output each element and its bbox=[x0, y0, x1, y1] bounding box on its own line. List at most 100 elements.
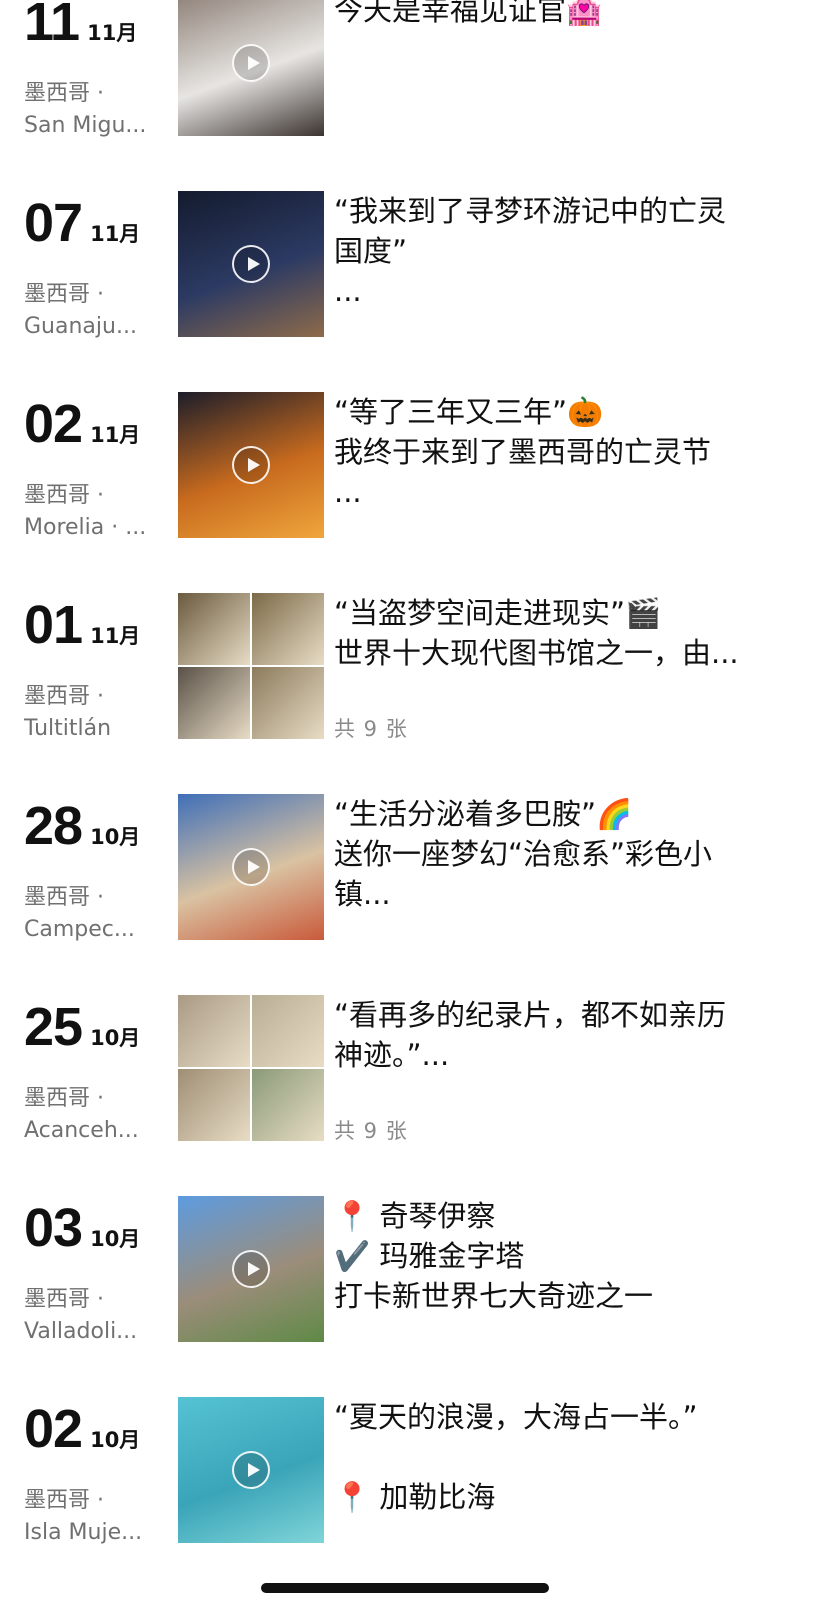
post-item[interactable]: 02 11月墨西哥 · Morelia · ... “等了三年又三年”🎃 我终于来到了墨… bbox=[0, 392, 828, 593]
post-item[interactable]: 25 10月墨西哥 · Acanceh... “看再多的纪录片，都不如亲历 神迹。”..… bbox=[0, 995, 828, 1196]
post-caption[interactable]: “生活分泌着多巴胺”🌈 送你一座梦幻“治愈系”彩色小 镇... bbox=[334, 794, 784, 914]
post-date: 01 11月 bbox=[24, 593, 140, 663]
video-thumbnail[interactable] bbox=[178, 794, 324, 940]
post-location-country: 墨西哥 · bbox=[24, 1287, 104, 1312]
post-item[interactable]: 02 10月墨西哥 · Isla Muje... “夏天的浪漫，大海占一半。” 📍 加… bbox=[0, 1397, 828, 1598]
post-item[interactable]: 07 11月墨西哥 · Guanaju... “我来到了寻梦环游记中的亡灵 国度”... bbox=[0, 191, 828, 392]
photo-count: 共 9 张 bbox=[334, 717, 408, 741]
caption-line: 镇... bbox=[334, 877, 391, 911]
post-date: 25 10月 bbox=[24, 995, 140, 1065]
post-date: 28 10月 bbox=[24, 794, 140, 864]
post-location: 墨西哥 · Campec... bbox=[24, 882, 164, 946]
home-indicator bbox=[261, 1583, 549, 1593]
post-month: 10月 bbox=[90, 1026, 141, 1050]
photo-grid[interactable] bbox=[178, 593, 324, 739]
post-item[interactable]: 11 11月墨西哥 · San Migu... 今天是幸福见证官🏩 bbox=[0, 0, 828, 191]
post-location-country: 墨西哥 · bbox=[24, 1086, 104, 1111]
post-location: 墨西哥 · Guanaju... bbox=[24, 279, 164, 343]
post-caption[interactable]: 今天是幸福见证官🏩 bbox=[334, 0, 784, 30]
post-date: 11 11月 bbox=[24, 0, 137, 60]
photo-thumbnail bbox=[252, 667, 324, 739]
post-day: 03 bbox=[24, 1198, 83, 1258]
post-month: 11月 bbox=[90, 624, 141, 648]
moments-feed: 11 11月 墨西哥 · San Migu... 今天是幸福见证官🏩 07 11月 墨西哥 ·… bbox=[0, 0, 828, 1598]
photo-thumbnail bbox=[178, 995, 250, 1067]
video-thumbnail[interactable] bbox=[178, 392, 324, 538]
play-icon bbox=[232, 848, 270, 886]
video-thumbnail[interactable] bbox=[178, 1196, 324, 1342]
caption-line: 今天是幸福见证官🏩 bbox=[334, 0, 603, 27]
photo-thumbnail bbox=[178, 593, 250, 665]
caption-line: 📍 奇琴伊察 bbox=[334, 1199, 496, 1233]
caption-line: “等了三年又三年”🎃 bbox=[334, 395, 604, 429]
play-icon bbox=[232, 1451, 270, 1489]
post-location-city: Campec... bbox=[24, 917, 135, 942]
post-location-city: Valladoli... bbox=[24, 1319, 138, 1344]
video-thumbnail[interactable] bbox=[178, 1397, 324, 1543]
post-month: 11月 bbox=[90, 423, 141, 447]
post-location-country: 墨西哥 · bbox=[24, 684, 104, 709]
post-day: 01 bbox=[24, 595, 83, 655]
post-day: 11 bbox=[24, 0, 80, 52]
post-day: 02 bbox=[24, 1399, 83, 1459]
post-month: 10月 bbox=[90, 1428, 141, 1452]
caption-line: “当盗梦空间走进现实”🎬 bbox=[334, 596, 662, 630]
caption-line: “夏天的浪漫，大海占一半。” bbox=[334, 1400, 698, 1434]
post-item[interactable]: 01 11月墨西哥 · Tultitlán “当盗梦空间走进现实”🎬 世界十大现代图书馆… bbox=[0, 593, 828, 794]
post-month: 11月 bbox=[87, 21, 138, 45]
caption-line: “看再多的纪录片，都不如亲历 bbox=[334, 998, 727, 1032]
post-location-city: Guanaju... bbox=[24, 314, 137, 339]
post-caption[interactable]: “当盗梦空间走进现实”🎬 世界十大现代图书馆之一，由... bbox=[334, 593, 784, 673]
post-date: 07 11月 bbox=[24, 191, 140, 261]
photo-grid[interactable] bbox=[178, 995, 324, 1141]
video-thumbnail[interactable] bbox=[178, 0, 324, 136]
play-icon bbox=[232, 245, 270, 283]
caption-line: ... bbox=[334, 475, 362, 509]
post-date: 02 11月 bbox=[24, 392, 140, 462]
post-caption[interactable]: “我来到了寻梦环游记中的亡灵 国度”... bbox=[334, 191, 784, 311]
caption-line: 我终于来到了墨西哥的亡灵节 bbox=[334, 435, 712, 469]
photo-thumbnail bbox=[252, 995, 324, 1067]
post-item[interactable]: 03 10月 墨西哥 · Valladoli... 📍 奇琴伊察 ✔️ 玛雅金字塔 打卡新世… bbox=[0, 1196, 828, 1397]
post-item[interactable]: 28 10月墨西哥 · Campec... “生活分泌着多巴胺”🌈 送你一座梦幻“治愈系… bbox=[0, 794, 828, 995]
post-location-city: Acanceh... bbox=[24, 1118, 139, 1143]
play-icon bbox=[232, 446, 270, 484]
post-day: 28 bbox=[24, 796, 83, 856]
post-month: 11月 bbox=[90, 222, 141, 246]
post-location-city: Isla Muje... bbox=[24, 1520, 143, 1545]
post-caption[interactable]: “等了三年又三年”🎃 我终于来到了墨西哥的亡灵节... bbox=[334, 392, 784, 512]
post-date: 02 10月 bbox=[24, 1397, 140, 1467]
post-caption[interactable]: 📍 奇琴伊察 ✔️ 玛雅金字塔 打卡新世界七大奇迹之一 bbox=[334, 1196, 784, 1316]
post-month: 10月 bbox=[90, 825, 141, 849]
caption-line: 国度” bbox=[334, 234, 408, 268]
photo-count: 共 9 张 bbox=[334, 1119, 408, 1143]
photo-thumbnail bbox=[252, 1069, 324, 1141]
play-icon bbox=[232, 1250, 270, 1288]
post-location: 墨西哥 · San Migu... bbox=[24, 78, 164, 142]
post-date: 03 10月 bbox=[24, 1196, 140, 1266]
post-location: 墨西哥 · Valladoli... bbox=[24, 1284, 164, 1348]
post-month: 10月 bbox=[90, 1227, 141, 1251]
play-icon bbox=[232, 44, 270, 82]
post-day: 25 bbox=[24, 997, 83, 1057]
post-caption[interactable]: “看再多的纪录片，都不如亲历 神迹。”... bbox=[334, 995, 784, 1075]
video-thumbnail[interactable] bbox=[178, 191, 324, 337]
caption-line: 📍 加勒比海 bbox=[334, 1480, 496, 1514]
post-caption[interactable]: “夏天的浪漫，大海占一半。” 📍 加勒比海 bbox=[334, 1397, 784, 1517]
post-day: 02 bbox=[24, 394, 83, 454]
post-location: 墨西哥 · Tultitlán bbox=[24, 681, 164, 745]
photo-thumbnail bbox=[178, 1069, 250, 1141]
post-location-country: 墨西哥 · bbox=[24, 885, 104, 910]
caption-line: “生活分泌着多巴胺”🌈 bbox=[334, 797, 633, 831]
caption-line: 送你一座梦幻“治愈系”彩色小 bbox=[334, 837, 713, 871]
caption-line: ✔️ 玛雅金字塔 bbox=[334, 1239, 525, 1273]
post-location-city: Morelia · ... bbox=[24, 515, 147, 540]
post-location-country: 墨西哥 · bbox=[24, 483, 104, 508]
photo-thumbnail bbox=[252, 593, 324, 665]
post-location-country: 墨西哥 · bbox=[24, 282, 104, 307]
post-location-country: 墨西哥 · bbox=[24, 81, 104, 106]
caption-line bbox=[334, 1437, 784, 1477]
post-location: 墨西哥 · Morelia · ... bbox=[24, 480, 164, 544]
post-location-country: 墨西哥 · bbox=[24, 1488, 104, 1513]
post-day: 07 bbox=[24, 193, 83, 253]
